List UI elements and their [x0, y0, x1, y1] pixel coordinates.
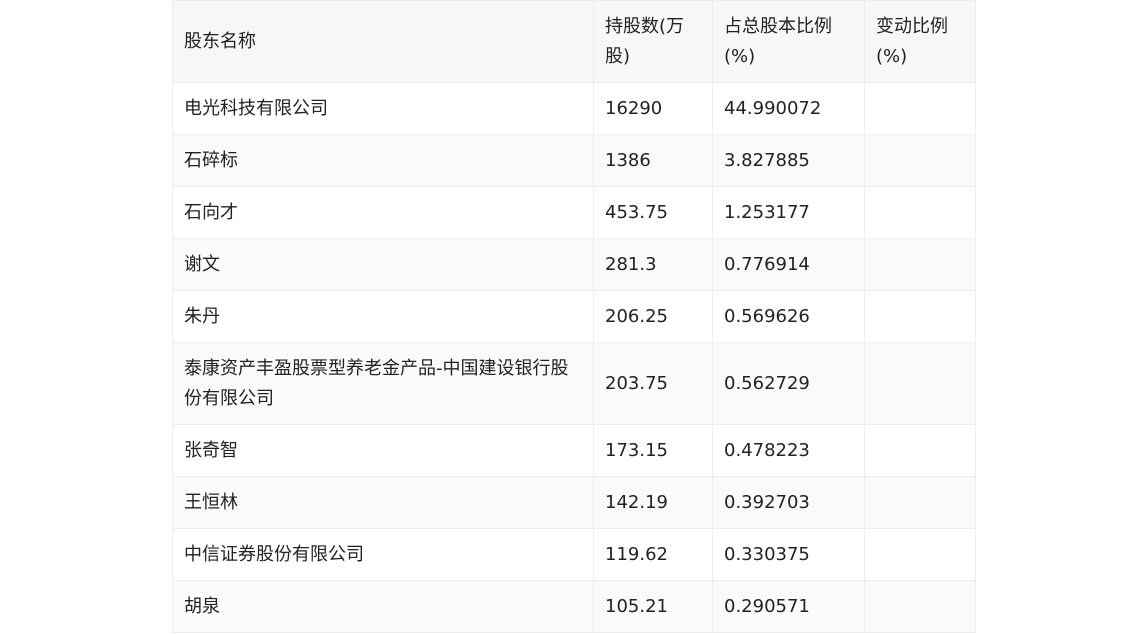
cell-ratio: 1.253177: [712, 186, 865, 239]
table-row: 胡泉 105.21 0.290571: [172, 580, 976, 633]
table-row: 朱丹 206.25 0.569626: [172, 290, 976, 343]
table-row: 中信证券股份有限公司 119.62 0.330375: [172, 528, 976, 581]
table-row: 王恒林 142.19 0.392703: [172, 476, 976, 529]
table-row: 泰康资产丰盈股票型养老金产品-中国建设银行股份有限公司 203.75 0.562…: [172, 342, 976, 425]
table-row: 石碎标 1386 3.827885: [172, 134, 976, 187]
cell-shareholder-name: 朱丹: [172, 290, 594, 343]
table-row: 石向才 453.75 1.253177: [172, 186, 976, 239]
cell-shares: 173.15: [593, 424, 713, 477]
cell-shares: 105.21: [593, 580, 713, 633]
cell-ratio: 0.562729: [712, 342, 865, 425]
cell-ratio: 3.827885: [712, 134, 865, 187]
cell-change: [864, 134, 976, 187]
cell-shares: 119.62: [593, 528, 713, 581]
shareholder-table: 股东名称 持股数(万股) 占总股本比例(%) 变动比例(%) 电光科技有限公司 …: [172, 0, 976, 633]
cell-ratio: 0.569626: [712, 290, 865, 343]
cell-shareholder-name: 王恒林: [172, 476, 594, 529]
header-ratio: 占总股本比例(%): [712, 0, 865, 83]
cell-ratio: 0.290571: [712, 580, 865, 633]
table-row: 谢文 281.3 0.776914: [172, 238, 976, 291]
cell-shares: 142.19: [593, 476, 713, 529]
cell-change: [864, 528, 976, 581]
cell-ratio: 0.478223: [712, 424, 865, 477]
cell-shares: 453.75: [593, 186, 713, 239]
cell-change: [864, 476, 976, 529]
cell-shareholder-name: 泰康资产丰盈股票型养老金产品-中国建设银行股份有限公司: [172, 342, 594, 425]
cell-shareholder-name: 石碎标: [172, 134, 594, 187]
cell-shareholder-name: 胡泉: [172, 580, 594, 633]
cell-shareholder-name: 张奇智: [172, 424, 594, 477]
cell-change: [864, 580, 976, 633]
cell-change: [864, 186, 976, 239]
cell-shares: 206.25: [593, 290, 713, 343]
cell-change: [864, 342, 976, 425]
header-shares: 持股数(万股): [593, 0, 713, 83]
cell-shares: 281.3: [593, 238, 713, 291]
cell-change: [864, 82, 976, 135]
shareholder-table-container: 股东名称 持股数(万股) 占总股本比例(%) 变动比例(%) 电光科技有限公司 …: [172, 0, 976, 633]
cell-ratio: 0.776914: [712, 238, 865, 291]
cell-shareholder-name: 谢文: [172, 238, 594, 291]
cell-shareholder-name: 电光科技有限公司: [172, 82, 594, 135]
cell-ratio: 0.330375: [712, 528, 865, 581]
table-row: 张奇智 173.15 0.478223: [172, 424, 976, 477]
table-row: 电光科技有限公司 16290 44.990072: [172, 82, 976, 135]
cell-change: [864, 238, 976, 291]
cell-ratio: 0.392703: [712, 476, 865, 529]
cell-ratio: 44.990072: [712, 82, 865, 135]
cell-shareholder-name: 石向才: [172, 186, 594, 239]
header-shareholder-name: 股东名称: [172, 0, 594, 83]
table-header-row: 股东名称 持股数(万股) 占总股本比例(%) 变动比例(%): [172, 0, 976, 83]
header-change: 变动比例(%): [864, 0, 976, 83]
cell-shareholder-name: 中信证券股份有限公司: [172, 528, 594, 581]
cell-shares: 1386: [593, 134, 713, 187]
cell-shares: 203.75: [593, 342, 713, 425]
cell-change: [864, 424, 976, 477]
cell-shares: 16290: [593, 82, 713, 135]
cell-change: [864, 290, 976, 343]
